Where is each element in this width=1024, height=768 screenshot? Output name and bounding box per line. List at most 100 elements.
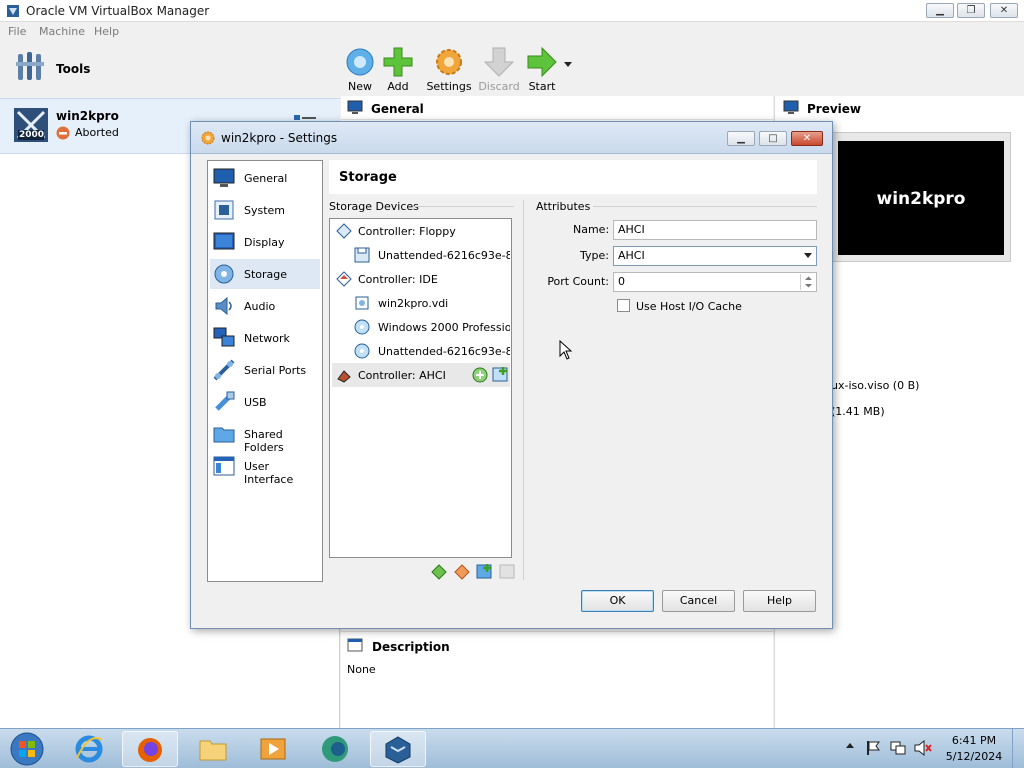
storage-tree[interactable]: Controller: Floppy Unattended-6216c93e-8… <box>329 218 512 558</box>
usb-icon <box>213 391 235 413</box>
taskbar-file-explorer[interactable] <box>186 731 242 767</box>
category-user-interface[interactable]: User Interface <box>210 451 320 486</box>
clock-time[interactable]: 6:41 PM <box>944 734 1004 747</box>
category-storage[interactable]: Storage <box>210 259 320 289</box>
taskbar-media-player[interactable] <box>246 731 302 767</box>
stepper-arrows-icon[interactable] <box>800 274 815 290</box>
category-display[interactable]: Display <box>210 227 320 257</box>
network-tray-icon[interactable] <box>890 740 906 756</box>
dialog-title: win2kpro - Settings <box>221 131 338 145</box>
type-select[interactable]: AHCI <box>613 246 817 266</box>
windows-orb-icon <box>10 732 44 766</box>
name-label: Name: <box>573 223 610 236</box>
tree-optical-disk[interactable]: Windows 2000 Professio... <box>332 315 510 339</box>
start-dropdown-icon[interactable] <box>564 62 572 68</box>
ide-controller-icon <box>336 271 352 287</box>
dialog-maximize-button[interactable]: □ <box>759 131 787 146</box>
category-network[interactable]: Network <box>210 323 320 353</box>
preview-screen: win2kpro <box>838 141 1004 255</box>
ok-button[interactable]: OK <box>581 590 654 612</box>
dialog-title-bar: win2kpro - Settings ▁ □ ✕ <box>191 122 832 154</box>
title-bar: Oracle VM VirtualBox Manager ▁ ❐ ✕ <box>0 0 1024 22</box>
help-button[interactable]: Help <box>743 590 816 612</box>
settings-button[interactable]: Settings <box>426 44 472 94</box>
tree-item-label: Windows 2000 Professio... <box>378 321 510 334</box>
add-icon <box>382 46 414 78</box>
remove-controller-icon[interactable] <box>453 563 470 580</box>
add-controller-icon[interactable] <box>430 563 447 580</box>
audio-speaker-icon <box>213 295 235 317</box>
settings-category-list: General System Display Storage Audio Net… <box>207 160 323 582</box>
add-optical-drive-icon[interactable] <box>472 366 489 383</box>
tree-controller-ahci[interactable]: Controller: AHCI <box>332 363 510 387</box>
storage-disk-icon <box>213 263 235 285</box>
clock-date[interactable]: 5/12/2024 <box>944 750 1004 763</box>
start-button[interactable]: Start <box>520 44 564 94</box>
volume-muted-icon[interactable] <box>914 740 932 756</box>
minimize-button[interactable]: ▁ <box>926 3 954 18</box>
page-header: Storage <box>329 160 817 194</box>
vm-name: win2kpro <box>56 109 119 123</box>
dialog-close-button[interactable]: ✕ <box>791 131 823 146</box>
name-field[interactable]: AHCI <box>613 220 817 240</box>
category-label: Display <box>244 236 285 249</box>
add-hard-disk-icon[interactable] <box>492 366 509 383</box>
window-title: Oracle VM VirtualBox Manager <box>26 4 210 18</box>
dialog-minimize-button[interactable]: ▁ <box>727 131 755 146</box>
restore-button[interactable]: ❐ <box>957 3 985 18</box>
page-title: Storage <box>339 170 397 185</box>
floppy-disk-icon <box>354 247 370 263</box>
taskbar-firefox[interactable] <box>122 731 178 767</box>
preview-heading: Preview <box>807 102 862 116</box>
type-label: Type: <box>580 249 609 262</box>
taskbar-virtualbox[interactable] <box>370 731 426 767</box>
category-label: General <box>244 172 288 185</box>
menu-machine[interactable]: Machine <box>39 25 85 38</box>
tree-controller-floppy[interactable]: Controller: Floppy <box>332 219 510 243</box>
general-section-header[interactable]: General <box>341 96 773 120</box>
start-orb-button[interactable] <box>0 731 56 767</box>
close-button[interactable]: ✕ <box>990 3 1018 18</box>
port-count-stepper[interactable]: 0 <box>613 272 817 292</box>
tree-controller-ide[interactable]: Controller: IDE <box>332 267 510 291</box>
category-label: System <box>244 204 286 217</box>
partial-storage-line-1: ux-iso.viso (0 B) <box>831 379 920 392</box>
tree-hard-disk[interactable]: win2kpro.vdi <box>332 291 510 315</box>
menu-help[interactable]: Help <box>94 25 119 38</box>
add-attachment-icon[interactable] <box>476 563 493 580</box>
floppy-controller-icon <box>336 223 352 239</box>
category-shared-folders[interactable]: Shared Folders <box>210 419 320 454</box>
taskbar-internet-explorer[interactable] <box>62 731 118 767</box>
vertical-divider <box>523 200 524 580</box>
category-usb[interactable]: USB <box>210 387 320 417</box>
cancel-button[interactable]: Cancel <box>662 590 735 612</box>
host-cache-checkbox[interactable] <box>617 299 630 312</box>
description-heading: Description <box>372 640 450 654</box>
description-value: None <box>347 663 376 676</box>
category-general[interactable]: General <box>210 163 320 193</box>
show-hidden-icons[interactable] <box>846 743 854 749</box>
description-icon <box>347 638 363 653</box>
category-audio[interactable]: Audio <box>210 291 320 321</box>
category-label: User Interface <box>244 460 294 486</box>
category-label: Serial Ports <box>244 364 307 377</box>
action-center-flag-icon[interactable] <box>866 740 880 756</box>
discard-arrow-icon <box>483 46 515 78</box>
category-serial-ports[interactable]: Serial Ports <box>210 355 320 385</box>
divider <box>593 206 817 207</box>
start-label: Start <box>528 80 556 93</box>
remove-attachment-icon[interactable] <box>499 563 516 580</box>
category-system[interactable]: System <box>210 195 320 225</box>
description-section-header[interactable]: Description <box>341 631 773 657</box>
tools-item[interactable]: Tools <box>0 42 340 98</box>
add-button[interactable]: Add <box>376 44 420 94</box>
menu-file[interactable]: File <box>8 25 26 38</box>
add-label: Add <box>387 80 409 93</box>
show-desktop-button[interactable] <box>1012 729 1024 768</box>
system-chip-icon <box>213 199 235 221</box>
tree-item-label: win2kpro.vdi <box>378 297 449 310</box>
tree-optical-disk[interactable]: Unattended-6216c93e-8... <box>332 339 510 363</box>
tree-floppy-disk[interactable]: Unattended-6216c93e-8... <box>332 243 510 267</box>
taskbar-app[interactable] <box>308 731 364 767</box>
vm-state: Aborted <box>75 126 119 139</box>
